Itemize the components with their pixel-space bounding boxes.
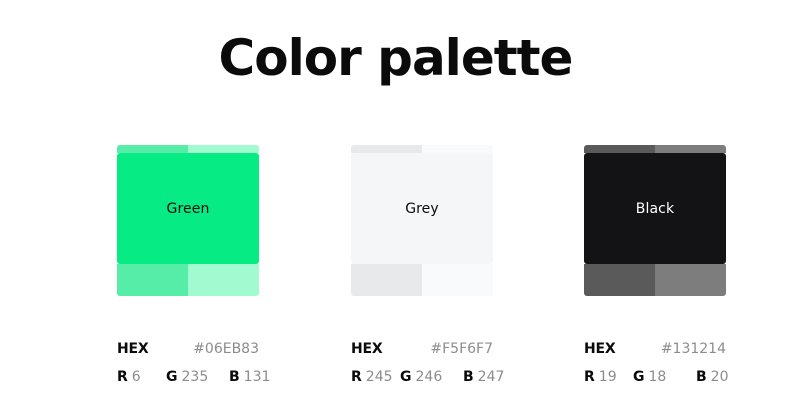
- red-value: R 245: [351, 368, 393, 386]
- tint-top-left: [117, 145, 188, 153]
- color-info-grey: HEX #F5F6F7 R 245 G 246 B 247: [351, 340, 504, 390]
- red-value: R 19: [584, 368, 617, 386]
- hex-value: #131214: [660, 341, 726, 357]
- hex-row: HEX #131214: [584, 340, 726, 358]
- tint-bottom-right: [188, 264, 259, 296]
- swatch-grey: Grey: [351, 145, 493, 296]
- swatch-green: Green: [117, 145, 259, 296]
- green-label: G: [400, 369, 412, 385]
- swatch-main-color: Green: [117, 153, 259, 264]
- tint-bottom-left: [584, 264, 655, 296]
- red-value: R6: [117, 368, 141, 386]
- color-info-black: HEX #131214 R 19 G 18 B 20: [584, 340, 729, 390]
- rgb-row: R6 G 235 B 131: [117, 368, 270, 386]
- green-label: G: [166, 369, 178, 385]
- blue-value: B 247: [463, 368, 504, 386]
- green-number: 235: [181, 369, 209, 385]
- red-label: R: [351, 369, 362, 385]
- color-info-green: HEX #06EB83 R6 G 235 B 131: [117, 340, 270, 390]
- tint-top-left: [584, 145, 655, 153]
- hex-row: HEX #F5F6F7: [351, 340, 493, 358]
- red-label: R: [584, 369, 595, 385]
- green-value: G 246: [400, 368, 442, 386]
- blue-number: 20: [710, 369, 729, 385]
- tint-bottom-right: [422, 264, 493, 296]
- hex-value: #06EB83: [193, 341, 259, 357]
- hex-label: HEX: [584, 341, 616, 357]
- red-number: 245: [365, 369, 393, 385]
- tint-top-right: [655, 145, 726, 153]
- tint-top-right: [188, 145, 259, 153]
- blue-number: 247: [477, 369, 505, 385]
- blue-label: B: [229, 369, 240, 385]
- swatch-main-color: Black: [584, 153, 726, 264]
- green-value: G 235: [166, 368, 208, 386]
- green-value: G 18: [633, 368, 666, 386]
- rgb-row: R 245 G 246 B 247: [351, 368, 504, 386]
- hex-value: #F5F6F7: [430, 341, 493, 357]
- tint-top-right: [422, 145, 493, 153]
- swatch-name: Black: [635, 200, 675, 217]
- rgb-row: R 19 G 18 B 20: [584, 368, 729, 386]
- swatch-name: Green: [166, 200, 210, 217]
- blue-number: 131: [243, 369, 271, 385]
- tint-bottom-left: [351, 264, 422, 296]
- page-title: Color palette: [218, 29, 574, 87]
- blue-label: B: [463, 369, 474, 385]
- tint-top-left: [351, 145, 422, 153]
- swatch-main-color: Grey: [351, 153, 493, 264]
- blue-value: B 20: [696, 368, 729, 386]
- green-number: 18: [648, 369, 667, 385]
- red-label: R: [117, 369, 128, 385]
- red-number: 19: [598, 369, 617, 385]
- red-number: 6: [131, 369, 141, 385]
- blue-value: B 131: [229, 368, 270, 386]
- swatch-black: Black: [584, 145, 726, 296]
- tint-bottom-right: [655, 264, 726, 296]
- hex-label: HEX: [351, 341, 383, 357]
- hex-row: HEX #06EB83: [117, 340, 259, 358]
- green-number: 246: [415, 369, 443, 385]
- tint-bottom-left: [117, 264, 188, 296]
- green-label: G: [633, 369, 645, 385]
- blue-label: B: [696, 369, 707, 385]
- hex-label: HEX: [117, 341, 149, 357]
- swatch-name: Grey: [405, 200, 439, 217]
